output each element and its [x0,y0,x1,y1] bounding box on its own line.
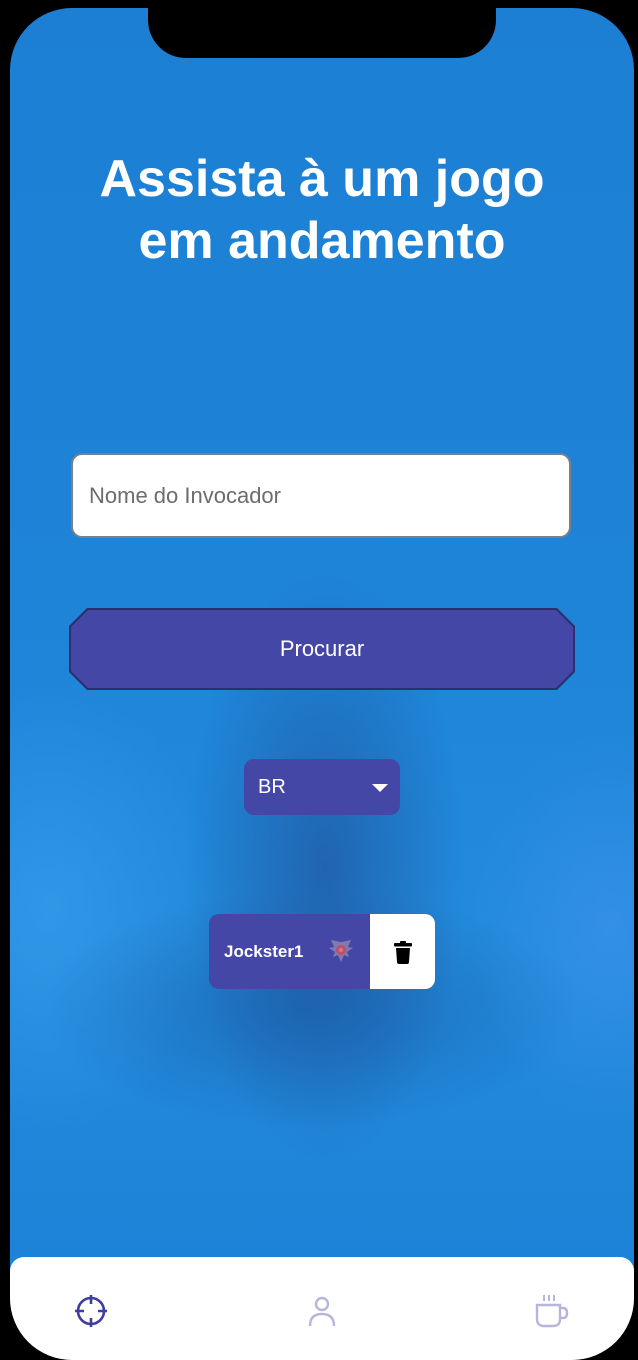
app-screen: Assista à um jogo em andamento Procurar … [10,8,634,1360]
recent-summoner-chip: Jockster1 [209,914,435,989]
page-title: Assista à um jogo em andamento [10,148,634,272]
tab-donate[interactable] [534,1293,570,1329]
page-title-line-2: em andamento [138,212,506,270]
search-button[interactable]: Procurar [69,608,575,690]
search-button-label: Procurar [71,610,573,688]
recent-summoner-name: Jockster1 [224,941,304,961]
page-title-line-1: Assista à um jogo [99,150,545,208]
caret-down-icon [372,784,388,792]
device-notch [148,8,496,58]
tab-profile[interactable] [304,1293,340,1329]
coffee-cup-icon [535,1295,569,1328]
region-select-value: BR [258,775,286,798]
bottom-tab-bar [10,1257,634,1360]
region-select[interactable]: BR [244,759,400,815]
rank-emblem-icon [329,940,353,962]
trash-icon [393,940,412,964]
recent-summoner-item[interactable]: Jockster1 [209,914,370,989]
user-icon [308,1296,336,1327]
crosshair-icon [75,1295,107,1327]
tab-live-game[interactable] [73,1293,109,1329]
summoner-name-input[interactable] [71,453,571,538]
delete-summoner-button[interactable] [370,914,435,989]
